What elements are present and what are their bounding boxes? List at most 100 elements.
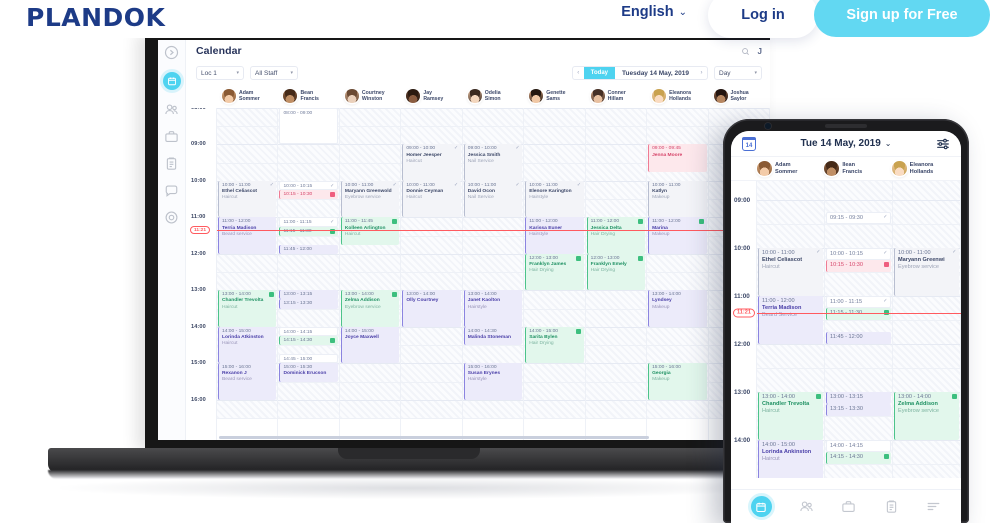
appointment-block[interactable]: ✓ 10:00 - 11:00 Ethel Celiascot Haircut <box>218 180 277 218</box>
staff-day-column[interactable]: ✓ 09:00 - 10:00 Jessica Smith Nail Service ✓… <box>462 108 525 440</box>
staff-filter-select[interactable]: All Staff ▾ <box>250 66 298 80</box>
appointment-block[interactable]: 13:00 - 14:00 Zelma Addison Eyebrow servic… <box>340 290 400 327</box>
appointment-block[interactable]: 15:00 - 16:00 Georgia Makeup <box>648 363 707 400</box>
phone-appointment-block[interactable]: ✓ 09:15 - 09:30 <box>826 212 891 225</box>
appointment-block[interactable]: 09:00 - 09:45 Jenna Moore <box>648 144 707 172</box>
horizontal-scrollbar[interactable] <box>219 436 649 439</box>
phone-day-column[interactable]: ✓ 10:00 - 11:00 Ethel Celiascot Haircut 11:0… <box>757 181 825 478</box>
appointment-block[interactable]: ✓ 11:00 - 11:15 <box>279 217 338 227</box>
appointment-block[interactable]: 14:00 - 15:00 Lorinda Atkinston Haircut <box>218 326 277 364</box>
appointment-block[interactable]: ✓ 10:00 - 11:00 Elenore Karington Hairstyle <box>525 180 584 218</box>
staff-day-column[interactable]: ✓ 10:00 - 11:00 Ethel Celiascot Haircut 11:0… <box>217 108 279 440</box>
appointment-block[interactable]: ✓ 10:00 - 11:00 David Ocon Nail Service <box>463 180 523 218</box>
phone-appointment-block[interactable]: 11:15 - 11:30 <box>826 307 891 320</box>
view-select[interactable]: Day ▾ <box>714 66 762 80</box>
staff-column-header[interactable]: Courtney Winston <box>340 84 401 108</box>
phone-nav-sales-icon[interactable] <box>841 499 856 514</box>
signup-button[interactable]: Sign up for Free <box>814 0 990 37</box>
location-select[interactable]: Loc 1 ▾ <box>196 66 244 80</box>
language-selector[interactable]: English ⌄ <box>621 4 687 20</box>
appointment-block[interactable]: 11:00 - 12:00 Terria Madison Beard service <box>218 217 277 254</box>
sidebar-item-calendar[interactable] <box>162 72 181 90</box>
staff-day-column[interactable]: 09:00 - 09:45 Jenna Moore 10:00 - 11:00 Kat… <box>647 108 709 440</box>
filter-icon[interactable] <box>936 138 950 150</box>
staff-column-header[interactable]: Jay Ramsey <box>401 84 462 108</box>
phone-appointment-block[interactable]: ✓ 10:00 - 11:00 Ethel Celiascot Haircut <box>758 248 823 296</box>
staff-day-column[interactable]: 08:00 - 09:00 ✓ 10:00 - 10:15 10:15 - 10:30… <box>278 108 340 440</box>
logo-plandok[interactable]: PLANDOK <box>26 3 165 32</box>
appointment-block[interactable]: ✓ 10:00 - 11:00 Donnie Ceyman Haircut <box>402 180 461 218</box>
appointment-block[interactable]: 13:00 - 14:00 Olly Courtney <box>402 290 461 327</box>
appointment-block[interactable]: 11:45 - 12:00 <box>279 244 338 254</box>
appointment-block[interactable]: 14:45 - 15:00 <box>279 354 338 364</box>
phone-appointment-block[interactable]: 11:00 - 12:00 Terria Madison Beard Service <box>758 295 823 344</box>
appointment-block[interactable]: 10:15 - 10:30 <box>279 190 338 200</box>
appointment-block[interactable]: 11:00 - 12:00 Jessica Delta Hair Drying <box>586 217 646 254</box>
search-icon[interactable] <box>741 47 750 56</box>
appointment-block[interactable]: 11:00 - 12:00 Marina Makeup <box>648 217 707 254</box>
collapse-icon[interactable] <box>164 45 179 60</box>
appointment-block[interactable]: 13:00 - 14:00 Chandler Trevolta Haircut <box>218 290 277 327</box>
appointment-block[interactable]: ✓ 09:00 - 10:00 Jessica Smith Nail Service <box>463 144 523 181</box>
appointment-block[interactable]: 14:00 - 14:30 Malinda Stoneman <box>463 326 523 346</box>
next-day-button[interactable]: › <box>696 70 707 76</box>
staff-day-column[interactable]: 11:00 - 12:00 Jessica Delta Hair Drying 12:… <box>585 108 648 440</box>
sidebar-item-reports[interactable] <box>164 156 179 171</box>
staff-column-header[interactable]: Joshua Saylor <box>709 84 770 108</box>
today-button[interactable]: Today <box>583 67 616 79</box>
appointment-block[interactable]: 15:00 - 16:00 Rexanon J Beard service <box>218 363 277 400</box>
appointment-block[interactable]: 13:00 - 14:00 Janet Kaolton Hairstyle <box>463 290 523 327</box>
phone-nav-calendar-icon[interactable] <box>750 496 772 517</box>
appointment-block[interactable]: 13:00 - 13:15 <box>279 290 338 300</box>
appointment-block[interactable]: 14:15 - 14:30 <box>279 335 338 346</box>
staff-day-column[interactable]: ✓ 10:00 - 11:00 Elenore Karington Hairstyle… <box>524 108 586 440</box>
appointment-block[interactable]: 10:00 - 11:00 Katlyn Makeup <box>648 180 707 218</box>
appointment-block[interactable]: ✓ 09:00 - 10:00 Homer Jeesper Haircut <box>402 144 461 181</box>
staff-column-header[interactable]: Eleanora Hollands <box>647 84 708 108</box>
appointment-block[interactable]: 11:00 - 12:00 Karissa Euner Hairstyle <box>525 217 584 254</box>
phone-appointment-block[interactable]: 13:00 - 13:15 <box>826 391 891 404</box>
appointment-block[interactable]: 15:00 - 15:30 Dominick Erucson <box>279 363 338 382</box>
phone-appointment-block[interactable]: 13:00 - 14:00 Chandler Trevolta Haircut <box>758 391 823 440</box>
phone-appointment-block[interactable]: 14:15 - 14:30 <box>826 451 891 464</box>
phone-day-column[interactable]: ✓ 09:15 - 09:30 ✓ 10:00 - 10:15 10:15 - 10:3… <box>825 181 893 478</box>
phone-nav-menu-icon[interactable] <box>926 499 941 514</box>
prev-day-button[interactable]: ‹ <box>573 70 584 76</box>
appointment-block[interactable]: 13:15 - 13:30 <box>279 299 338 309</box>
staff-day-column[interactable]: ✓ 09:00 - 10:00 Homer Jeesper Haircut ✓ 10:00… <box>401 108 463 440</box>
appointment-block[interactable]: 12:00 - 13:00 Franklyn Emely Hair Drying <box>586 253 646 291</box>
phone-nav-reports-icon[interactable] <box>884 499 899 514</box>
phone-appointment-block[interactable]: 14:00 - 14:15 <box>826 439 891 452</box>
appointment-block[interactable]: ✓ 10:00 - 10:15 <box>279 180 338 191</box>
staff-column-header[interactable]: Bean Francis <box>278 84 339 108</box>
appointment-block[interactable]: 14:00 - 15:00 Sarita Bylen Hair Drying <box>525 326 584 364</box>
phone-nav-clients-icon[interactable] <box>799 499 814 514</box>
staff-column-header[interactable]: Genette Sams <box>524 84 585 108</box>
phone-staff-header[interactable]: Adam Sommer <box>757 161 820 176</box>
phone-day-column[interactable]: ✓ 10:00 - 11:00 Maryann Greenwi Eyebrow ser… <box>893 181 961 478</box>
phone-appointment-block[interactable]: 13:15 - 13:30 <box>826 403 891 416</box>
phone-date-selector[interactable]: Tue 14 May, 2019 ⌄ <box>762 138 930 149</box>
login-button[interactable]: Log in <box>708 0 818 38</box>
appointment-block[interactable]: ✓ 10:00 - 11:00 Maryann Greenwold Eyebrow s… <box>340 180 400 218</box>
staff-column-header[interactable]: Conner Hillam <box>586 84 647 108</box>
phone-appointment-block[interactable]: ✓ 10:00 - 10:15 <box>826 248 891 261</box>
phone-staff-header[interactable]: Eleanora Hollands <box>891 161 955 176</box>
staff-day-column[interactable]: ✓ 10:00 - 11:00 Maryann Greenwold Eyebrow s… <box>339 108 402 440</box>
staff-column-header[interactable]: Odelia Simon <box>463 84 524 108</box>
appointment-block[interactable]: 14:00 - 14:15 <box>279 326 338 336</box>
sidebar-item-sales[interactable] <box>164 129 179 144</box>
appointment-block[interactable]: 14:00 - 15:00 Joyce Maxwell <box>340 326 400 364</box>
phone-appointment-block[interactable]: 14:00 - 15:00 Lorinda Ankinston Haircut <box>758 439 823 478</box>
user-avatar[interactable]: J <box>758 47 762 56</box>
phone-appointment-block[interactable]: ✓ 11:00 - 11:15 <box>826 295 891 308</box>
calendar-day-icon[interactable]: 14 <box>741 136 757 151</box>
phone-appointment-block[interactable]: 11:45 - 12:00 <box>826 331 891 344</box>
sidebar-item-settings[interactable] <box>164 210 179 225</box>
phone-appointment-block[interactable]: 10:15 - 10:30 <box>826 260 891 272</box>
appointment-block[interactable]: 15:00 - 16:00 Susan Erynes Hairstyle <box>463 363 523 400</box>
sidebar-item-clients[interactable] <box>164 102 179 117</box>
appointment-block[interactable]: 08:00 - 09:00 <box>279 108 338 145</box>
phone-appointment-block[interactable]: 13:00 - 14:00 Zelma Addison Eyebrow servic… <box>894 391 959 440</box>
sidebar-item-messages[interactable] <box>164 183 179 198</box>
